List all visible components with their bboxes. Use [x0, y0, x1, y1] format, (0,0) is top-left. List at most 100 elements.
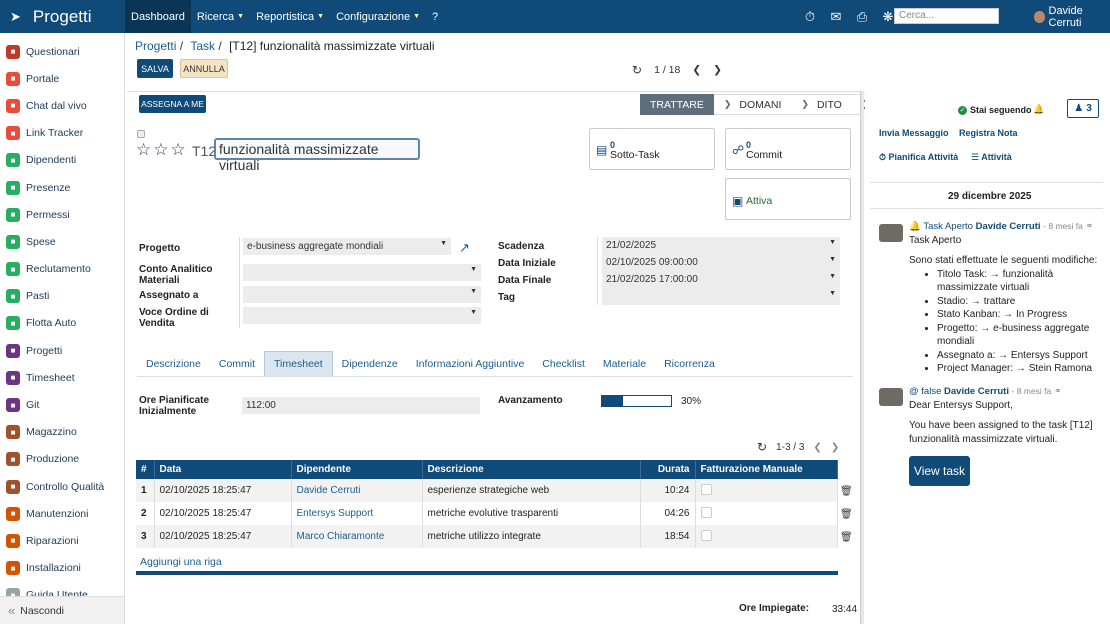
breadcrumb-task[interactable]: Task	[190, 39, 215, 53]
sidebar-item-17[interactable]: ■ Manutenzioni	[0, 500, 124, 527]
sidebar-item-13[interactable]: ■ Git	[0, 391, 124, 418]
save-button[interactable]: SALVA	[137, 59, 173, 78]
sidebar-item-2[interactable]: ■ Chat dal vivo	[0, 92, 124, 119]
tab-4[interactable]: Informazioni Aggiuntive	[407, 351, 534, 377]
column-header[interactable]: Dipendente	[291, 460, 423, 479]
column-header[interactable]: Data	[154, 460, 292, 479]
external-link-icon[interactable]: ↗	[459, 240, 470, 256]
sidebar-item-7[interactable]: ■ Spese	[0, 228, 124, 255]
sidebar-item-9[interactable]: ■ Pasti	[0, 283, 124, 310]
sidebar-item-14[interactable]: ■ Magazzino	[0, 419, 124, 446]
refresh-icon[interactable]: ↻	[632, 63, 642, 77]
topmenu-item-2[interactable]: Reportistica ▼	[250, 0, 330, 33]
app-brand[interactable]: ➤ Progetti	[0, 0, 125, 33]
topmenu-item-4[interactable]: ?	[426, 0, 444, 33]
tab-1[interactable]: Commit	[210, 351, 264, 377]
star-icon[interactable]: ☆	[136, 140, 151, 160]
column-header[interactable]: Fatturazione Manuale	[695, 460, 838, 479]
active-toggle-button[interactable]: ▣ Attiva	[725, 178, 851, 220]
cell-employee[interactable]: Marco Chiaramonte	[291, 525, 423, 548]
task-title-input[interactable]: funzionalità massimizzate virtuali	[214, 138, 420, 173]
planned-hours-field[interactable]: 112:00	[242, 397, 480, 414]
pager-next-icon[interactable]: ❯	[713, 64, 722, 76]
sidebar-item-11[interactable]: ■ Progetti	[0, 337, 124, 364]
table-row[interactable]: 1 02/10/2025 18:25:47 Davide Cerruti esperi…	[136, 479, 838, 502]
trash-icon[interactable]: 🗑	[840, 509, 853, 520]
chatter-splitter[interactable]	[860, 91, 864, 624]
column-header[interactable]: #	[136, 460, 155, 479]
pager-next-icon[interactable]: ❯	[831, 442, 839, 453]
chat-bubbles-icon[interactable]: ✉	[828, 9, 844, 25]
manual-billing-checkbox[interactable]	[700, 483, 712, 495]
sales-order-item-select[interactable]: ▼	[243, 307, 481, 324]
user-menu[interactable]: Davide Cerruti	[1034, 0, 1110, 33]
column-header[interactable]: Durata	[640, 460, 696, 479]
manual-billing-checkbox[interactable]	[700, 506, 712, 518]
deadline-field[interactable]: 21/02/2025 ▼	[602, 237, 840, 254]
star-icon[interactable]: ☆	[171, 140, 186, 160]
table-row[interactable]: 3 02/10/2025 18:25:47 Marco Chiaramonte met…	[136, 525, 838, 548]
sidebar-item-0[interactable]: ■ Questionari	[0, 38, 124, 65]
sidebar-item-6[interactable]: ■ Permessi	[0, 201, 124, 228]
send-message-button[interactable]: Invia Messaggio	[879, 128, 949, 138]
sidebar-item-16[interactable]: ■ Controllo Qualità	[0, 473, 124, 500]
project-select[interactable]: e-business aggregate mondiali ▼	[243, 238, 451, 255]
print-icon[interactable]: ⎙	[854, 9, 870, 25]
sidebar-item-1[interactable]: ■ Portale	[0, 65, 124, 92]
manual-billing-checkbox[interactable]	[700, 529, 712, 541]
bell-icon[interactable]: 🔔	[1033, 104, 1044, 115]
cell-employee[interactable]: Davide Cerruti	[291, 479, 423, 502]
tab-2[interactable]: Timesheet	[264, 351, 333, 377]
sidebar-item-19[interactable]: ■ Installazioni	[0, 555, 124, 582]
topmenu-item-3[interactable]: Configurazione ▼	[330, 0, 426, 33]
tab-0[interactable]: Descrizione	[137, 351, 210, 377]
sidebar-item-4[interactable]: ■ Dipendenti	[0, 147, 124, 174]
breadcrumb-projects[interactable]: Progetti	[135, 39, 176, 53]
sidebar-item-8[interactable]: ■ Reclutamento	[0, 256, 124, 283]
tab-6[interactable]: Materiale	[594, 351, 655, 377]
stage-0[interactable]: TRATTARE	[640, 94, 714, 115]
tag-field[interactable]: ▼	[602, 288, 840, 305]
schedule-activity-button[interactable]: ⏱ Pianifica Attività	[879, 152, 958, 163]
search-input[interactable]: Cerca...	[894, 8, 999, 24]
trash-icon[interactable]: 🗑	[840, 532, 853, 543]
read-glasses-icon[interactable]: ⚭	[1054, 386, 1062, 397]
priority-checkbox[interactable]	[137, 130, 145, 138]
timer-icon[interactable]: ⏱	[802, 9, 818, 25]
subtask-button[interactable]: ▤ 0 Sotto-Task	[589, 128, 715, 170]
cancel-button[interactable]: ANNULLA	[180, 59, 228, 78]
log-note-button[interactable]: Registra Nota	[959, 128, 1018, 138]
tab-7[interactable]: Ricorrenza	[655, 351, 724, 377]
add-line-link[interactable]: Aggiungi una riga	[140, 556, 222, 568]
topmenu-item-0[interactable]: Dashboard	[125, 0, 191, 33]
tab-3[interactable]: Dipendenze	[333, 351, 407, 377]
refresh-icon[interactable]: ↻	[757, 440, 767, 454]
message-author[interactable]: Davide Cerruti	[976, 221, 1041, 232]
cell-employee[interactable]: Entersys Support	[291, 502, 423, 525]
trash-icon[interactable]: 🗑	[840, 486, 853, 497]
sidebar-item-10[interactable]: ■ Flotta Auto	[0, 310, 124, 337]
sidebar-item-18[interactable]: ■ Riparazioni	[0, 527, 124, 554]
stage-1[interactable]: DOMANI	[713, 94, 792, 115]
column-header[interactable]: Descrizione	[422, 460, 641, 479]
sidebar-item-15[interactable]: ■ Produzione	[0, 446, 124, 473]
star-icon[interactable]: ☆	[153, 140, 168, 160]
table-row[interactable]: 2 02/10/2025 18:25:47 Entersys Support metr…	[136, 502, 838, 525]
end-date-field[interactable]: 21/02/2025 17:00:00 ▼	[602, 271, 840, 288]
commit-button[interactable]: ☍ 0 Commit	[725, 128, 851, 170]
stage-2[interactable]: DITO	[791, 94, 852, 115]
following-status[interactable]: ✓ Stai seguendo	[958, 105, 1032, 115]
message-author[interactable]: Davide Cerruti	[944, 386, 1009, 397]
assigned-to-select[interactable]: ▼	[243, 286, 481, 303]
activities-button[interactable]: ☰ Attività	[971, 152, 1012, 163]
assign-to-me-button[interactable]: ASSEGNA A ME	[139, 95, 206, 113]
sidebar-item-12[interactable]: ■ Timesheet	[0, 364, 124, 391]
pager-prev-icon[interactable]: ❮	[813, 442, 821, 453]
topmenu-item-1[interactable]: Ricerca ▼	[191, 0, 250, 33]
view-task-button[interactable]: View task	[909, 456, 970, 486]
pager-prev-icon[interactable]: ❮	[692, 64, 701, 76]
sidebar-item-5[interactable]: ■ Presenze	[0, 174, 124, 201]
read-glasses-icon[interactable]: ⚭	[1086, 221, 1094, 232]
analytic-account-select[interactable]: ▼	[243, 264, 481, 281]
sidebar-collapse-button[interactable]: « Nascondi	[0, 596, 124, 624]
